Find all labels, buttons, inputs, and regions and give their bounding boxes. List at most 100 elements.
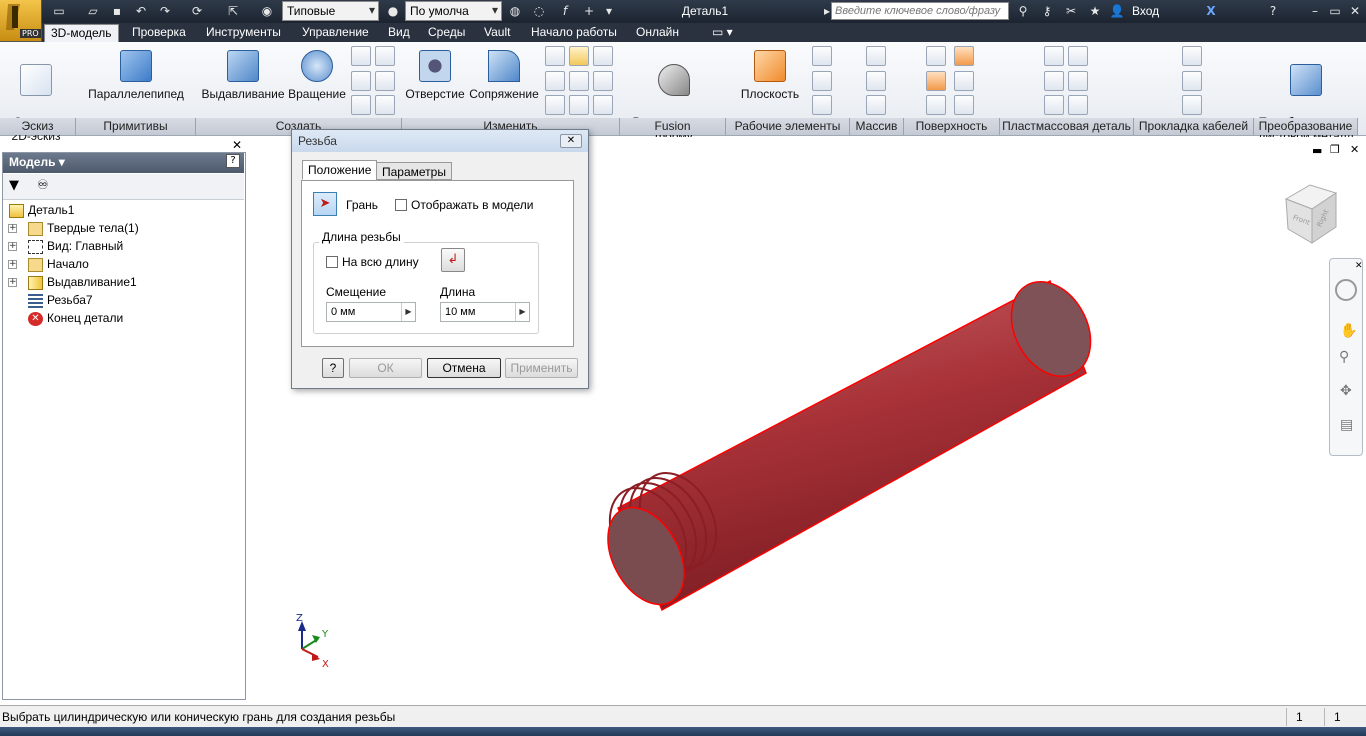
tree-item-end-of-part[interactable]: Конец детали [47,310,123,327]
connector-icon[interactable] [1182,46,1202,66]
move-face-icon[interactable] [593,46,613,66]
style-select[interactable]: Типовые [282,1,379,21]
orbit-icon[interactable]: ✥ [1340,383,1352,399]
look-at-icon[interactable]: ▤ [1340,417,1353,433]
expand-icon[interactable]: + [8,278,17,287]
tree-item-part[interactable]: Деталь1 [28,202,74,219]
panel-label-sketch[interactable]: Эскиз [0,118,76,135]
fx-icon[interactable]: f [556,2,574,20]
tree-item-solid-bodies[interactable]: Твердые тела(1) [47,220,139,237]
star-icon[interactable]: ★ [1086,2,1104,20]
split-icon[interactable] [593,71,613,91]
full-length-checkbox[interactable] [326,256,338,268]
show-in-model-checkbox[interactable] [395,199,407,211]
rest-icon[interactable] [1044,95,1064,115]
boss-icon[interactable] [1068,46,1088,66]
length-menu-icon[interactable]: ▶ [515,303,529,321]
browser-title[interactable]: Модель ▾ [3,153,244,173]
tab-3d-model[interactable]: 3D-модель [44,24,119,42]
chamfer-icon[interactable] [545,46,565,66]
draft-icon[interactable] [569,71,589,91]
patch-icon[interactable] [926,95,946,115]
emboss-icon[interactable] [351,95,371,115]
loft-icon[interactable] [351,46,371,66]
select-icon[interactable]: ⇱ [224,2,242,20]
tab-placement[interactable]: Положение [302,160,378,180]
tab-inspect[interactable]: Проверка [126,24,192,42]
viewport-minimize-icon[interactable]: ▬ [1312,144,1322,157]
open-icon[interactable]: ▱ [84,2,102,20]
tools-icon[interactable]: ✂ [1062,2,1080,20]
ucs-icon[interactable] [812,95,832,115]
material-select[interactable]: По умолча [405,1,502,21]
viewcube[interactable]: Front Right [1284,184,1338,244]
panel-label-fusion[interactable]: Fusion [620,118,726,135]
panel-label-plastic-part[interactable]: Пластмассовая деталь [1000,118,1134,135]
zoom-icon[interactable]: ⚲ [1339,349,1349,365]
tree-item-thread[interactable]: Резьба7 [47,292,93,309]
tab-get-started[interactable]: Начало работы [525,24,623,42]
delete-surface-icon[interactable] [954,95,974,115]
tree-item-extrusion[interactable]: Выдавливание1 [47,274,137,291]
panel-label-surface[interactable]: Поверхность [904,118,1000,135]
panel-label-cable[interactable]: Прокладка кабелей [1134,118,1254,135]
new-icon[interactable]: ▭ [50,2,68,20]
apply-button[interactable]: Применить [505,358,578,378]
dialog-close-icon[interactable]: ✕ [560,134,582,148]
hole-button[interactable]: Отверстие [404,46,466,101]
combine-icon[interactable] [545,95,565,115]
minimize-icon[interactable]: – [1306,2,1324,20]
offset-menu-icon[interactable]: ▶ [401,303,415,321]
rule-fillet-icon[interactable] [1068,71,1088,91]
work-axis-icon[interactable] [812,46,832,66]
viewport-close-icon[interactable]: ✕ [1350,143,1359,156]
viewport-restore-icon[interactable]: ❐ [1330,143,1340,156]
pan-hand-icon[interactable]: ✋ [1340,323,1357,339]
search-input[interactable]: Введите ключевое слово/фразу [831,2,1009,20]
expand-icon[interactable]: + [8,260,17,269]
cancel-button[interactable]: Отмена [427,358,501,378]
panel-label-primitives[interactable]: Примитивы [76,118,196,135]
box-primitive-button[interactable]: Параллелепипед [84,46,188,101]
color-wheel-icon[interactable]: ◉ [258,2,276,20]
work-point-icon[interactable] [812,71,832,91]
trim-surface-icon[interactable] [954,71,974,91]
panel-label-pattern[interactable]: Массив [850,118,904,135]
tab-manage[interactable]: Управление [296,24,375,42]
grill-icon[interactable] [1044,46,1064,66]
update-icon[interactable]: ⟳ [188,2,206,20]
expand-icon[interactable]: + [8,224,17,233]
signin-link[interactable]: Вход [1132,4,1159,18]
bend-icon[interactable] [1182,95,1202,115]
cable-icon[interactable] [1182,71,1202,91]
tree-item-origin[interactable]: Начало [47,256,89,273]
thicken-offset-icon[interactable] [926,46,946,66]
clear-appearance-icon[interactable]: ◌ [530,2,548,20]
exchange-icon[interactable]: X [1202,2,1220,20]
browser-help-icon[interactable]: ? [226,154,240,168]
shell-icon[interactable] [545,71,565,91]
cylinder-body[interactable] [617,268,1106,612]
undo-icon[interactable]: ↶ [132,2,150,20]
filter-icon[interactable]: ▼ [9,178,19,193]
tab-tools[interactable]: Инструменты [200,24,287,42]
tab-vault[interactable]: Vault [478,24,516,42]
plus-icon[interactable]: + [580,2,598,20]
circular-pattern-icon[interactable] [866,71,886,91]
binoculars-icon[interactable]: ⚲ [1014,2,1032,20]
tree-item-view[interactable]: Вид: Главный [47,238,123,255]
rectangular-pattern-icon[interactable] [866,46,886,66]
delete-face-icon[interactable] [593,95,613,115]
face-select-cursor-icon[interactable]: ➤ [313,192,337,216]
mirror-icon[interactable] [866,95,886,115]
dialog-help-icon[interactable]: ? [322,358,344,378]
navbar-close-icon[interactable]: ✕ [1355,261,1363,271]
stitch-icon[interactable] [954,46,974,66]
tab-specification[interactable]: Параметры [376,162,452,180]
redo-icon[interactable]: ↷ [156,2,174,20]
sweep-icon[interactable] [351,71,371,91]
expand-icon[interactable]: + [8,242,17,251]
maximize-icon[interactable]: ▭ [1326,2,1344,20]
tab-view[interactable]: Вид [382,24,416,42]
extrude-button[interactable]: Выдавливание [200,46,286,101]
